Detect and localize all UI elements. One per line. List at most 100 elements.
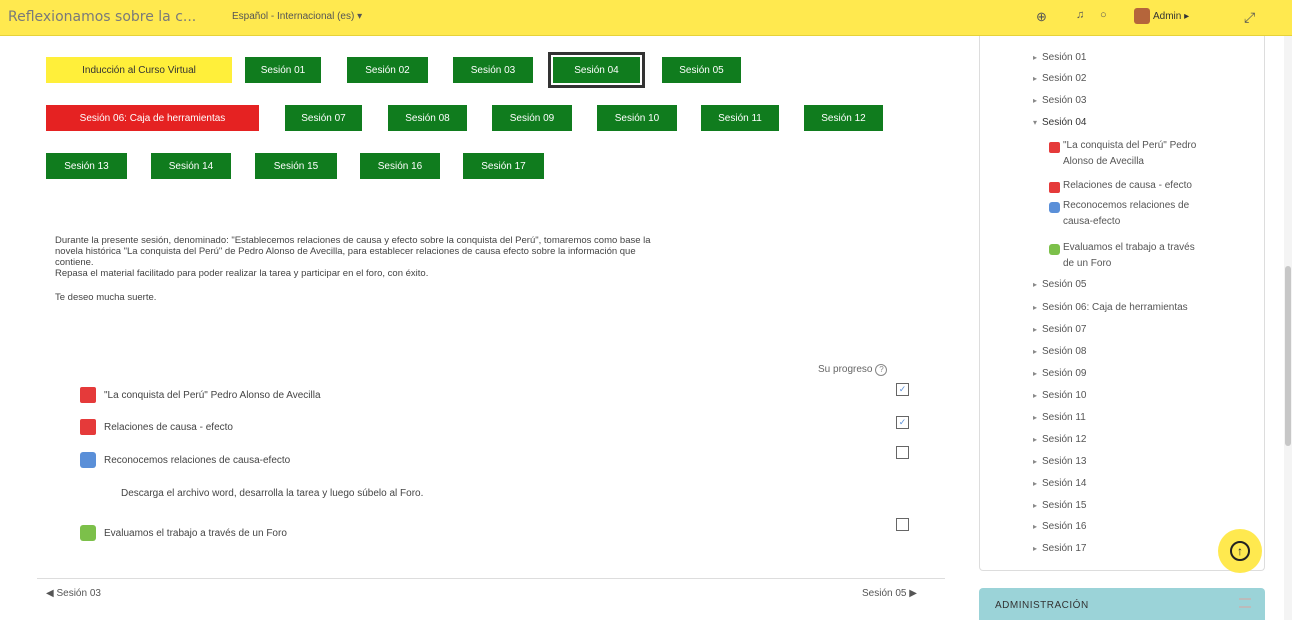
nav-tree-item[interactable]: ▸ Sesión 12: [1033, 434, 1087, 445]
back-to-top-button[interactable]: ↑: [1218, 529, 1262, 573]
caret-right-icon: ▸: [1033, 391, 1038, 400]
activity-link[interactable]: Evaluamos el trabajo a través de un Foro: [104, 528, 287, 539]
completion-checkbox[interactable]: [896, 518, 909, 531]
activity-item[interactable]: Relaciones de causa - efecto: [80, 416, 233, 438]
pdf-icon: [80, 419, 96, 435]
nav-tree-activity-line: Alonso de Avecilla: [1063, 156, 1144, 167]
session-button-01[interactable]: Sesión 01: [245, 57, 321, 83]
progress-label: Su progreso: [818, 364, 873, 375]
pdf-icon: [1049, 142, 1060, 153]
session-button-09[interactable]: Sesión 09: [492, 105, 572, 131]
arrow-up-icon: ↑: [1230, 541, 1250, 561]
session-button-04[interactable]: Sesión 04: [548, 52, 645, 88]
nav-tree-label: Sesión 13: [1042, 456, 1087, 467]
caret-right-icon: ▸: [1033, 96, 1038, 105]
nav-tree-item[interactable]: ▸ Sesión 05: [1033, 279, 1087, 290]
session-button-12[interactable]: Sesión 12: [804, 105, 883, 131]
caret-right-icon: ▸: [1033, 280, 1038, 289]
nav-tree-item[interactable]: ▸ Sesión 03: [1033, 95, 1087, 106]
nav-tree-label: Sesión 10: [1042, 390, 1087, 401]
session-button-06-tools[interactable]: Sesión 06: Caja de herramientas: [46, 105, 259, 131]
url-icon: [1049, 202, 1060, 213]
nav-tree-item[interactable]: ▸ Sesión 11: [1033, 412, 1086, 423]
chat-icon[interactable]: ○: [1100, 9, 1107, 21]
caret-right-icon: ▸: [1033, 74, 1038, 83]
completion-checkbox[interactable]: [896, 446, 909, 459]
activity-item[interactable]: "La conquista del Perú" Pedro Alonso de …: [80, 384, 321, 406]
administration-block[interactable]: ADMINISTRACIÓN: [979, 588, 1265, 620]
caret-right-icon: ▸: [1033, 347, 1038, 356]
nav-tree-activity[interactable]: Relaciones de causa - efecto: [1063, 178, 1192, 194]
nav-tree-item[interactable]: ▸ Sesión 13: [1033, 456, 1087, 467]
session-button-11[interactable]: Sesión 11: [701, 105, 779, 131]
session-button-03[interactable]: Sesión 03: [453, 57, 533, 83]
nav-tree-item[interactable]: ▸ Sesión 01: [1033, 52, 1087, 63]
pdf-icon: [1049, 182, 1060, 193]
nav-tree-item-expanded[interactable]: ▾ Sesión 04: [1033, 117, 1087, 128]
summary-line: novela histórica "La conquista del Perú"…: [55, 246, 636, 257]
block-menu-icon[interactable]: [1239, 598, 1251, 608]
nav-tree-activity-line: de un Foro: [1063, 258, 1112, 269]
nav-tree-activity-line: "La conquista del Perú" Pedro: [1063, 140, 1197, 151]
divider: [37, 578, 945, 579]
help-icon[interactable]: ?: [875, 364, 888, 376]
expand-icon[interactable]: ⤢: [1244, 9, 1255, 26]
next-section-link[interactable]: Sesión 05 ▶: [862, 588, 917, 599]
nav-tree-item[interactable]: ▸ Sesión 07: [1033, 324, 1087, 335]
nav-tree-label: Sesión 17: [1042, 543, 1087, 554]
page-scrollbar[interactable]: [1284, 36, 1292, 620]
activity-link[interactable]: Relaciones de causa - efecto: [104, 422, 233, 433]
nav-tree-item[interactable]: ▸ Sesión 06: Caja de herramientas: [1033, 302, 1188, 313]
avatar: [1134, 8, 1150, 24]
nav-tree-item[interactable]: ▸ Sesión 14: [1033, 478, 1087, 489]
nav-tree-label: Sesión 12: [1042, 434, 1087, 445]
language-menu[interactable]: Español - Internacional (es) ▾: [232, 11, 362, 22]
administration-title: ADMINISTRACIÓN: [995, 600, 1089, 611]
session-button-17[interactable]: Sesión 17: [463, 153, 544, 179]
session-button-07[interactable]: Sesión 07: [285, 105, 362, 131]
progress-header: Su progreso?: [818, 364, 888, 376]
user-name: Admin ▸: [1153, 10, 1190, 22]
nav-tree-activity[interactable]: Evaluamos el trabajo a través de un Foro: [1063, 240, 1195, 272]
summary-line: Durante la presente sesión, denominado: …: [55, 235, 651, 246]
session-button-05[interactable]: Sesión 05: [662, 57, 741, 83]
bell-icon[interactable]: ♫: [1076, 9, 1084, 21]
nav-tree-activity-line: causa-efecto: [1063, 216, 1121, 227]
session-button-10[interactable]: Sesión 10: [597, 105, 677, 131]
nav-tree-item[interactable]: ▸ Sesión 08: [1033, 346, 1087, 357]
nav-tree-label: Sesión 06: Caja de herramientas: [1042, 302, 1188, 313]
session-button-15[interactable]: Sesión 15: [255, 153, 337, 179]
pdf-icon: [80, 387, 96, 403]
nav-tree-activity[interactable]: Reconocemos relaciones de causa-efecto: [1063, 198, 1189, 230]
activity-link[interactable]: "La conquista del Perú" Pedro Alonso de …: [104, 390, 321, 401]
site-title[interactable]: Reflexionamos sobre la c...: [8, 9, 196, 25]
nav-tree-item[interactable]: ▸ Sesión 17: [1033, 543, 1087, 554]
caret-right-icon: ▸: [1033, 303, 1038, 312]
completion-checkbox[interactable]: ✓: [896, 416, 909, 429]
nav-tree-item[interactable]: ▸ Sesión 09: [1033, 368, 1087, 379]
globe-icon[interactable]: ⊕: [1036, 9, 1047, 25]
session-button-induction[interactable]: Inducción al Curso Virtual: [46, 57, 232, 83]
activity-item[interactable]: Evaluamos el trabajo a través de un Foro: [80, 522, 287, 544]
session-button-08[interactable]: Sesión 08: [388, 105, 467, 131]
nav-tree-label: Sesión 04: [1042, 117, 1087, 128]
completion-checkbox[interactable]: ✓: [896, 383, 909, 396]
prev-section-link[interactable]: ◀ Sesión 03: [46, 588, 101, 599]
session-button-16[interactable]: Sesión 16: [360, 153, 440, 179]
nav-tree-item[interactable]: ▸ Sesión 10: [1033, 390, 1087, 401]
nav-tree-label: Sesión 11: [1042, 412, 1086, 423]
activity-link[interactable]: Reconocemos relaciones de causa-efecto: [104, 455, 290, 466]
nav-tree-item[interactable]: ▸ Sesión 15: [1033, 500, 1087, 511]
nav-tree-item[interactable]: ▸ Sesión 02: [1033, 73, 1087, 84]
session-button-13[interactable]: Sesión 13: [46, 153, 127, 179]
nav-tree-activity[interactable]: "La conquista del Perú" Pedro Alonso de A…: [1063, 138, 1196, 170]
caret-right-icon: ▸: [1033, 544, 1038, 553]
scrollbar-thumb[interactable]: [1285, 266, 1291, 446]
session-button-02[interactable]: Sesión 02: [347, 57, 428, 83]
user-menu[interactable]: Admin ▸: [1134, 8, 1189, 24]
nav-tree-item[interactable]: ▸ Sesión 16: [1033, 521, 1087, 532]
activity-item[interactable]: Reconocemos relaciones de causa-efecto: [80, 449, 290, 471]
session-button-14[interactable]: Sesión 14: [151, 153, 231, 179]
nav-tree-activity-line: Relaciones de causa - efecto: [1063, 180, 1192, 191]
caret-right-icon: ▸: [1033, 369, 1038, 378]
